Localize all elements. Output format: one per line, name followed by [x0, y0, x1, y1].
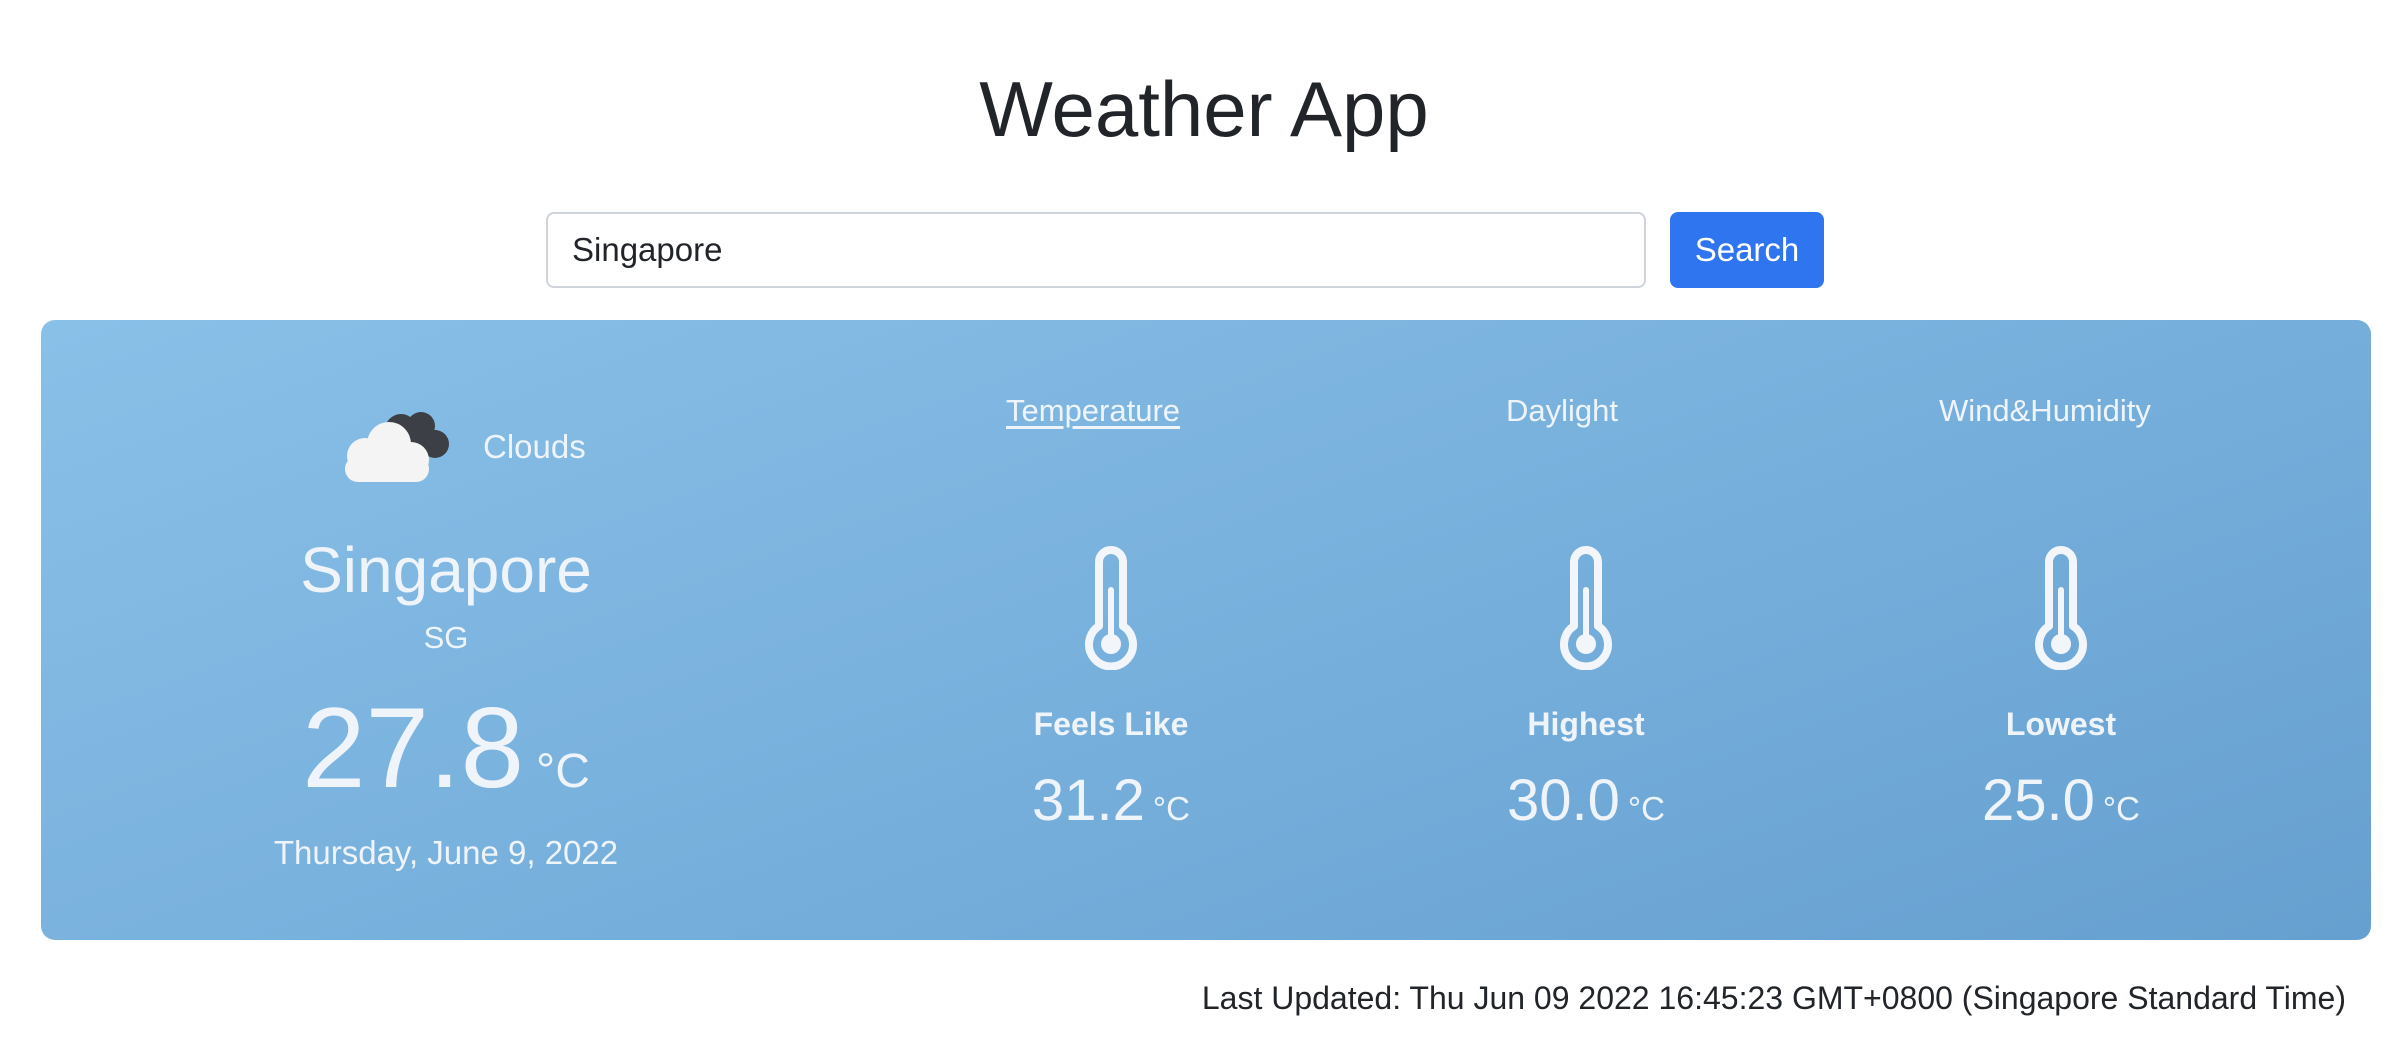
stat-label: Highest — [1527, 706, 1645, 742]
current-temperature-value: 27.8 — [302, 685, 525, 812]
current-temperature-unit: °C — [536, 745, 590, 798]
last-updated-value: Thu Jun 09 2022 16:45:23 GMT+0800 (Singa… — [1409, 980, 2346, 1016]
current-temperature: 27.8 °C — [41, 692, 851, 806]
stat-highest: Highest 30.0 °C — [1386, 540, 1786, 860]
weather-condition: Clouds — [483, 428, 586, 465]
stat-value: 30.0 — [1507, 768, 1620, 833]
search-button[interactable]: Search — [1670, 212, 1824, 288]
page-title: Weather App — [979, 65, 1429, 153]
weather-card: Clouds Singapore SG 27.8 °C Thursday, Jun… — [41, 320, 2371, 940]
stat-unit: °C — [1152, 790, 1190, 827]
clouds-icon — [345, 412, 449, 482]
thermometer-icon — [2035, 546, 2087, 670]
thermometer-icon — [1085, 546, 1137, 670]
current-weather-panel: Clouds Singapore SG 27.8 °C Thursday, Jun… — [41, 320, 851, 940]
stat-reading: 25.0 °C — [1861, 772, 2261, 830]
search-input[interactable] — [546, 212, 1646, 288]
weather-app-page: Weather App Search Clouds Singapore SG — [0, 0, 2408, 1048]
thermometer-icon — [1560, 546, 1612, 670]
stat-value: 31.2 — [1032, 768, 1145, 833]
stat-feels-like: Feels Like 31.2 °C — [911, 540, 1311, 860]
stat-label: Feels Like — [1033, 706, 1189, 742]
stat-value: 25.0 — [1982, 768, 2095, 833]
tab-wind-humidity[interactable]: Wind&Humidity — [1939, 392, 2151, 429]
last-updated-label: Last Updated: — [1201, 980, 1410, 1016]
stat-unit: °C — [1627, 790, 1665, 827]
tab-temperature[interactable]: Temperature — [1006, 392, 1180, 429]
stat-unit: °C — [2102, 790, 2140, 827]
current-date: Thursday, June 9, 2022 — [273, 834, 619, 871]
tab-daylight[interactable]: Daylight — [1506, 392, 1618, 429]
search-bar: Search — [546, 212, 1824, 288]
city-name: Singapore — [300, 534, 592, 606]
last-updated: Last Updated: Thu Jun 09 2022 16:45:23 G… — [1202, 980, 2346, 1017]
country-code: SG — [423, 620, 469, 655]
stat-reading: 31.2 °C — [911, 772, 1311, 830]
stat-label: Lowest — [2005, 706, 2117, 742]
stat-lowest: Lowest 25.0 °C — [1861, 540, 2261, 860]
stat-reading: 30.0 °C — [1386, 772, 1786, 830]
